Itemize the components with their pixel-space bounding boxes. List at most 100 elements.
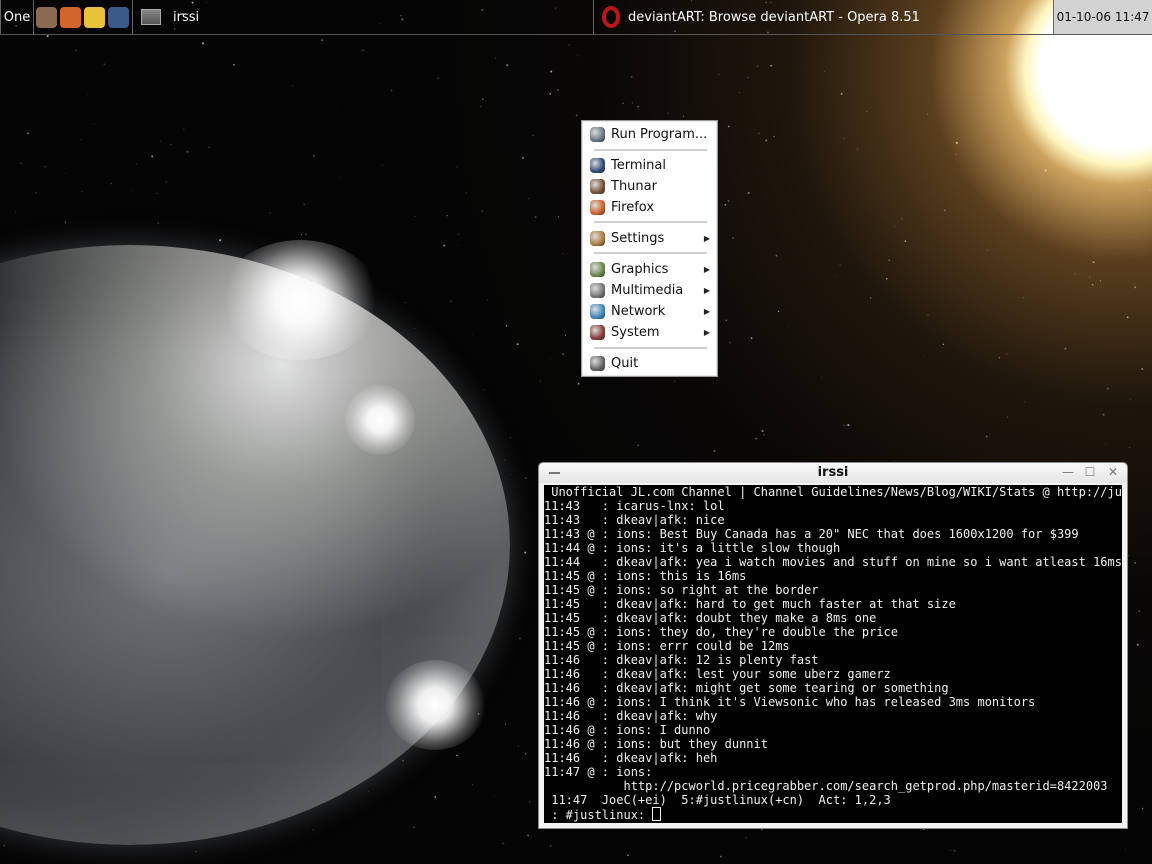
terminal-icon[interactable] [108, 6, 129, 28]
menu-item-run-program[interactable]: Run Program... [586, 124, 713, 145]
star [758, 132, 760, 135]
star [362, 49, 364, 52]
star [456, 166, 458, 168]
star [504, 459, 506, 461]
star [1006, 416, 1009, 418]
chat-line: 11:43 : icarus-lnx: lol [544, 499, 725, 513]
star [165, 181, 167, 183]
chat-line: 11:45 : dkeav|afk: doubt they make a 8ms… [544, 611, 877, 625]
menu-separator [594, 149, 707, 151]
star [727, 200, 730, 202]
text-cursor [652, 807, 662, 821]
title-bar[interactable]: irssi — ☐ ✕ [539, 463, 1127, 483]
chat-line: 11:46 @ : ions: I think it's Viewsonic w… [544, 695, 1036, 709]
taskbar-item-irssi[interactable]: irssi [133, 0, 593, 34]
minimize-button[interactable]: — [1061, 465, 1075, 479]
star [1067, 42, 1069, 44]
star [1014, 111, 1016, 112]
star [1006, 353, 1008, 355]
star [885, 277, 888, 280]
star [839, 264, 841, 266]
star [763, 433, 765, 436]
star [1044, 169, 1047, 172]
star [674, 380, 676, 382]
task-label: irssi [173, 9, 200, 25]
star [527, 834, 530, 837]
planet-flare [220, 240, 380, 360]
star [637, 444, 640, 447]
menu-item-quit[interactable]: Quit [586, 353, 713, 374]
star [985, 435, 988, 438]
star [201, 42, 205, 45]
menu-item-system[interactable]: System ▶ [586, 322, 713, 343]
star [450, 300, 452, 302]
window-title: irssi [817, 465, 849, 480]
star [847, 424, 850, 427]
taskbar-item-opera[interactable]: deviantART: Browse deviantART - Opera 8.… [593, 0, 1053, 34]
star [718, 73, 720, 76]
star [465, 192, 468, 194]
clock[interactable]: 01-10-06 11:47 [1053, 0, 1152, 34]
menu-item-label: Quit [611, 356, 639, 371]
maximize-button[interactable]: ☐ [1083, 465, 1097, 479]
star [577, 55, 579, 57]
star [955, 141, 958, 144]
star [875, 248, 877, 250]
terminal-screen[interactable]: Unofficial JL.com Channel | Channel Guid… [544, 485, 1122, 823]
menu-item-thunar[interactable]: Thunar [586, 176, 713, 197]
star [65, 172, 67, 174]
star [340, 177, 341, 178]
star [622, 102, 624, 105]
star [942, 343, 945, 346]
window-icon [141, 9, 161, 25]
menu-item-network[interactable]: Network ▶ [586, 301, 713, 322]
star [843, 424, 845, 426]
star [1138, 610, 1141, 613]
star [505, 325, 508, 327]
star [820, 376, 823, 378]
menu-item-multimedia[interactable]: Multimedia ▶ [586, 280, 713, 301]
star [901, 218, 903, 220]
star [524, 477, 527, 480]
chat-line: 11:45 @ : ions: this is 16ms [544, 569, 747, 583]
star [1141, 807, 1144, 810]
star [15, 211, 16, 213]
star [312, 829, 314, 831]
star [457, 233, 460, 235]
menu-item-label: Firefox [611, 200, 655, 215]
star [521, 156, 524, 159]
star [1089, 276, 1091, 278]
star [413, 826, 415, 828]
thunar-icon[interactable] [36, 6, 57, 28]
star [510, 474, 511, 476]
star [481, 210, 484, 212]
opera-icon [602, 6, 620, 28]
star [1134, 562, 1136, 564]
star [506, 64, 509, 67]
star [1129, 447, 1131, 449]
star [927, 314, 929, 316]
chat-bubble-icon[interactable] [84, 6, 105, 28]
star [1129, 398, 1131, 400]
star [443, 244, 446, 247]
menu-item-graphics[interactable]: Graphics ▶ [586, 259, 713, 280]
star [483, 389, 485, 391]
workspace-switcher[interactable]: One [0, 0, 34, 34]
close-button[interactable]: ✕ [1106, 465, 1120, 479]
star [446, 215, 448, 217]
menu-item-settings[interactable]: Settings ▶ [586, 228, 713, 249]
star [577, 382, 580, 385]
star [132, 189, 133, 191]
menu-item-firefox[interactable]: Firefox [586, 197, 713, 218]
network-icon [590, 304, 605, 319]
star [1092, 261, 1095, 264]
menu-item-terminal[interactable]: Terminal [586, 155, 713, 176]
input-line[interactable]: : #justlinux: [544, 807, 1122, 822]
star [725, 319, 727, 321]
star [303, 203, 306, 206]
star [1099, 280, 1102, 282]
firefox-icon[interactable] [60, 6, 81, 28]
star [208, 146, 211, 149]
chat-line: 11:44 @ : ions: it's a little slow thoug… [544, 541, 841, 555]
star [1141, 367, 1144, 371]
